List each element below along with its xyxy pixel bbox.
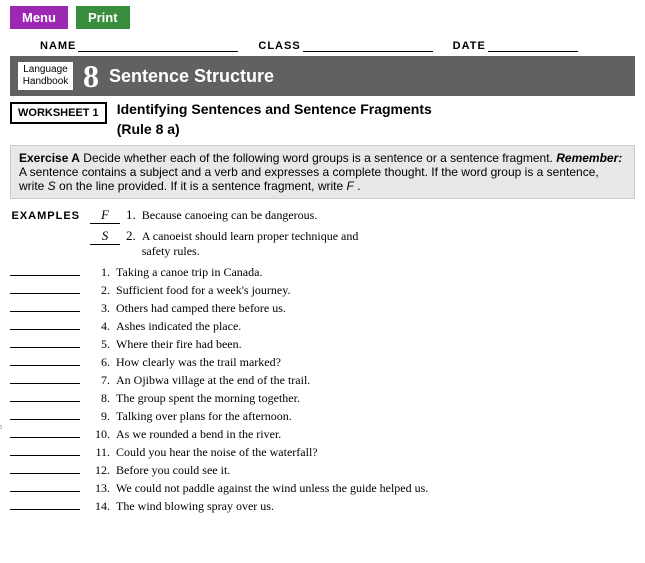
item-text: Could you hear the noise of the waterfal… (116, 445, 635, 460)
item-blank (10, 329, 80, 330)
exercise-label: Exercise A (19, 151, 80, 165)
header-bar: Language Handbook 8 Sentence Structure (10, 56, 635, 96)
worksheet-row: WORKSHEET 1 Identifying Sentences and Se… (10, 100, 635, 139)
item-blank (10, 275, 80, 276)
item-number: 2. (88, 283, 110, 298)
item-blank (10, 491, 80, 492)
item-text: Ashes indicated the place. (116, 319, 635, 334)
top-bar: Menu Print (0, 0, 645, 35)
list-item: 10. As we rounded a bend in the river. (10, 427, 635, 442)
item-number: 7. (88, 373, 110, 388)
example-text-1: Because canoeing can be dangerous. (142, 208, 318, 223)
middle-text: on the line provided. If it is a sentenc… (59, 179, 346, 193)
item-number: 5. (88, 337, 110, 352)
item-text: The wind blowing spray over us. (116, 499, 635, 514)
f-italic: F (347, 179, 354, 193)
item-number: 3. (88, 301, 110, 316)
example-num-1: 1. (126, 207, 136, 223)
list-item: 5. Where their fire had been. (10, 337, 635, 352)
list-item: 7. An Ojibwa village at the end of the tr… (10, 373, 635, 388)
item-number: 6. (88, 355, 110, 370)
name-label: NAME (40, 40, 76, 52)
example-text-2: A canoeist should learn proper technique… (142, 229, 359, 259)
item-blank (10, 419, 80, 420)
menu-button[interactable]: Menu (10, 6, 68, 29)
item-number: 1. (88, 265, 110, 280)
item-blank (10, 401, 80, 402)
name-row: NAME CLASS DATE (0, 35, 645, 54)
examples-label: EXAMPLES (10, 210, 80, 222)
item-blank (10, 509, 80, 510)
list-item: 12. Before you could see it. (10, 463, 635, 478)
list-item: 4. Ashes indicated the place. (10, 319, 635, 334)
sidebar-text: rights reserved. (0, 385, 2, 434)
item-number: 13. (88, 481, 110, 496)
date-label: DATE (453, 40, 486, 52)
item-blank (10, 293, 80, 294)
s-italic: S (48, 179, 56, 193)
example-row-1: EXAMPLES F 1. Because canoeing can be da… (10, 207, 635, 224)
item-number: 12. (88, 463, 110, 478)
list-item: 3. Others had camped there before us. (10, 301, 635, 316)
exercise-block: Exercise A Decide whether each of the fo… (10, 145, 635, 199)
language-handbook-box: Language Handbook (18, 62, 73, 90)
example-row-2: S 2. A canoeist should learn proper tech… (10, 228, 635, 259)
header-title: Sentence Structure (109, 66, 274, 87)
example-answer-1: F (90, 207, 120, 224)
worksheet-title: Identifying Sentences and Sentence Fragm… (117, 100, 432, 139)
exercise-text: Decide whether each of the following wor… (83, 151, 556, 165)
item-text: Taking a canoe trip in Canada. (116, 265, 635, 280)
list-item: 11. Could you hear the noise of the water… (10, 445, 635, 460)
item-text: We could not paddle against the wind unl… (116, 481, 635, 496)
list-item: 1. Taking a canoe trip in Canada. (10, 265, 635, 280)
item-blank (10, 311, 80, 312)
print-button[interactable]: Print (76, 6, 130, 29)
examples-section: EXAMPLES F 1. Because canoeing can be da… (10, 207, 635, 259)
item-text: Talking over plans for the afternoon. (116, 409, 635, 424)
list-item: 9. Talking over plans for the afternoon. (10, 409, 635, 424)
worksheet-badge: WORKSHEET 1 (10, 102, 107, 124)
item-text: Where their fire had been. (116, 337, 635, 352)
item-text: As we rounded a bend in the river. (116, 427, 635, 442)
item-number: 8. (88, 391, 110, 406)
item-text: Before you could see it. (116, 463, 635, 478)
item-blank (10, 365, 80, 366)
item-text: Others had camped there before us. (116, 301, 635, 316)
item-text: The group spent the morning together. (116, 391, 635, 406)
remember-label: Remember: (556, 151, 622, 165)
example-num-2: 2. (126, 228, 136, 244)
item-number: 11. (88, 445, 110, 460)
date-line (488, 37, 578, 52)
item-number: 14. (88, 499, 110, 514)
item-blank (10, 437, 80, 438)
list-item: 2. Sufficient food for a week's journey. (10, 283, 635, 298)
item-text: Sufficient food for a week's journey. (116, 283, 635, 298)
class-line (303, 37, 433, 52)
name-line (78, 37, 238, 52)
class-label: CLASS (258, 40, 300, 52)
item-blank (10, 347, 80, 348)
list-item: 13. We could not paddle against the wind … (10, 481, 635, 496)
end-text: . (357, 179, 360, 193)
list-item: 14. The wind blowing spray over us. (10, 499, 635, 514)
item-text: How clearly was the trail marked? (116, 355, 635, 370)
example-answer-2: S (90, 228, 120, 245)
handbook-number: 8 (83, 60, 99, 92)
item-text: An Ojibwa village at the end of the trai… (116, 373, 635, 388)
item-blank (10, 455, 80, 456)
item-blank (10, 383, 80, 384)
item-number: 4. (88, 319, 110, 334)
items-section: 1. Taking a canoe trip in Canada. 2. Suffic… (10, 265, 635, 514)
item-blank (10, 473, 80, 474)
item-number: 9. (88, 409, 110, 424)
list-item: 8. The group spent the morning together. (10, 391, 635, 406)
item-number: 10. (88, 427, 110, 442)
list-item: 6. How clearly was the trail marked? (10, 355, 635, 370)
